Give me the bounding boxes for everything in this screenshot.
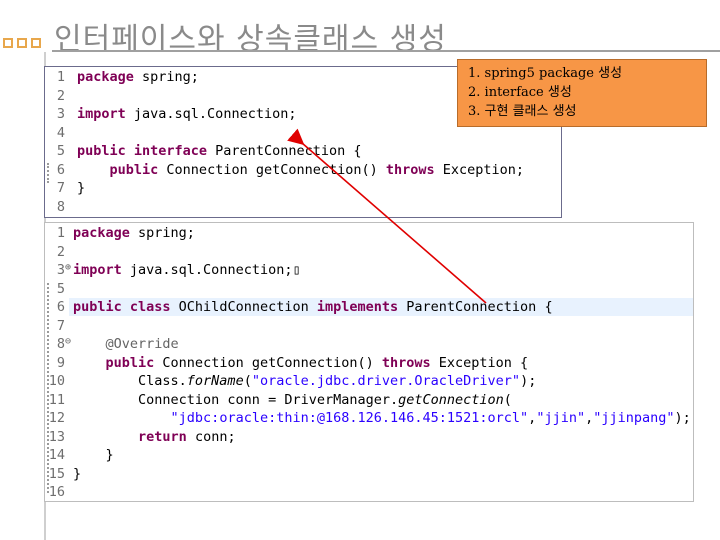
code-text: public interface ParentConnection {	[77, 143, 362, 159]
code-text: @Override	[105, 336, 179, 352]
line-number: 1	[56, 69, 65, 85]
line-number: 7	[56, 317, 65, 334]
note-line-1: 1. spring5 package 생성	[468, 66, 623, 81]
line-number: 6	[56, 161, 65, 178]
instruction-note: 1. spring5 package 생성 2. interface 생성 3.…	[457, 59, 707, 127]
line-number: 8	[56, 198, 65, 215]
code-line: 11 Connection conn = DriverManager.getCo…	[45, 392, 693, 411]
code-text: package spring;	[77, 69, 199, 85]
code-text: "jdbc:oracle:thin:@168.126.146.45:1521:o…	[170, 410, 691, 426]
line-number: 3	[56, 262, 65, 278]
line-number: 11	[48, 391, 65, 408]
line-number: 5	[56, 143, 65, 159]
code-text: public Connection getConnection() throws…	[109, 161, 525, 178]
fold-collapse-icon[interactable]: ⊖	[65, 336, 71, 347]
code-line: 4	[45, 125, 561, 144]
code-text: public class OChildConnection implements…	[73, 299, 553, 315]
line-number: 15	[48, 465, 65, 482]
code-text: public Connection getConnection() throws…	[105, 354, 529, 371]
code-line: 9 public Connection getConnection() thro…	[45, 355, 693, 374]
note-line-2: 2. interface 생성	[468, 85, 572, 100]
line-number: 1	[56, 225, 65, 241]
code-line: 8	[45, 199, 561, 218]
square-bullet-icon	[3, 38, 13, 48]
code-line: 6 public Connection getConnection() thro…	[45, 162, 561, 181]
code-line: 1 package spring;	[45, 225, 693, 244]
line-number: 4	[56, 124, 65, 141]
line-number: 7	[56, 180, 65, 196]
line-number: 13	[48, 428, 65, 445]
line-number: 16	[48, 484, 65, 500]
code-line: 10 Class.forName("oracle.jdbc.driver.Ora…	[45, 373, 693, 392]
line-number: 14	[48, 447, 65, 463]
code-line: 7	[45, 318, 693, 337]
code-line: 3 ⊕ import java.sql.Connection;▯	[45, 262, 693, 281]
code-line: 7}	[45, 180, 561, 199]
code-text: import java.sql.Connection;	[77, 106, 297, 122]
code-text: }	[73, 465, 82, 482]
title-divider	[52, 50, 720, 52]
square-bullet-icon	[17, 38, 27, 48]
line-number: 3	[56, 106, 65, 122]
code-line: 12 "jdbc:oracle:thin:@168.126.146.45:152…	[45, 410, 693, 429]
code-text: package spring;	[73, 225, 195, 241]
line-number: 12	[48, 410, 65, 426]
line-number: 9	[56, 354, 65, 371]
code-text: }	[77, 180, 86, 196]
line-number: 10	[48, 373, 65, 389]
line-number: 2	[56, 87, 65, 104]
square-bullet-icon	[31, 38, 41, 48]
code-text: return conn;	[138, 428, 236, 445]
code-text: Class.forName("oracle.jdbc.driver.Oracle…	[73, 373, 537, 389]
code-line: 5	[45, 281, 693, 300]
code-line: 16	[45, 484, 693, 503]
fold-expand-icon[interactable]: ⊕	[65, 262, 71, 273]
line-number: 2	[56, 243, 65, 260]
code-line: 6 public class OChildConnection implement…	[45, 299, 693, 318]
code-line: 14 }	[45, 447, 693, 466]
line-number: 6	[56, 299, 65, 315]
code-line: 5 public interface ParentConnection {	[45, 143, 561, 162]
note-line-3: 3. 구현 클래스 생성	[468, 104, 577, 119]
code-line: 15}	[45, 466, 693, 485]
code-text: }	[73, 447, 114, 463]
line-number: 8	[56, 336, 65, 352]
code-text: import java.sql.Connection;▯	[73, 262, 301, 278]
code-line: 2	[45, 244, 693, 263]
code-text: Connection conn = DriverManager.getConne…	[73, 391, 512, 408]
class-code-editor[interactable]: 1 package spring; 2 3 ⊕ import java.sql.Con…	[44, 222, 694, 502]
code-line: 8 ⊖ @Override	[45, 336, 693, 355]
line-number: 5	[56, 280, 65, 297]
code-line: 13 return conn;	[45, 429, 693, 448]
